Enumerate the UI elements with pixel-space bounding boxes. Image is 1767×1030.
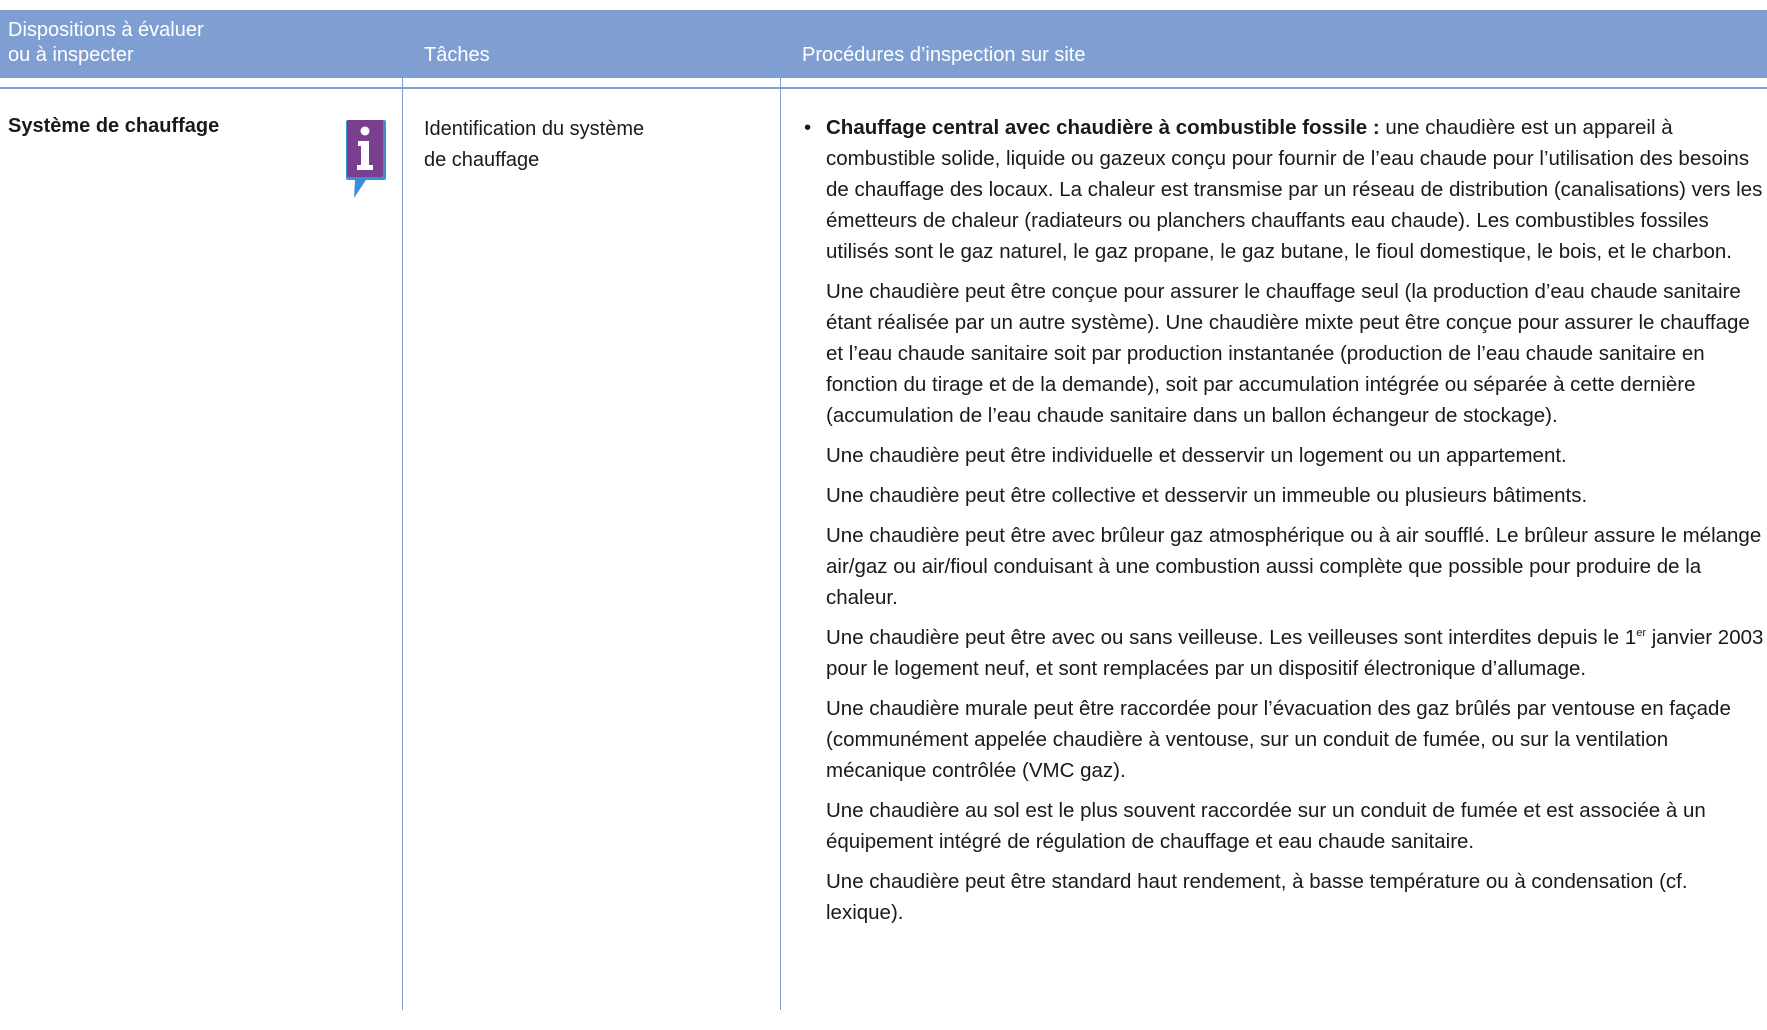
superscript-er: er <box>1636 627 1647 639</box>
header-procedures: Procédures d’inspection sur site <box>802 10 1702 78</box>
header-provisions-line1: Dispositions à évaluer <box>8 19 204 41</box>
procedure-bullet: Chauffage central avec chaudière à combu… <box>804 112 1767 267</box>
procedure-paragraph-8: Une chaudière au sol est le plus souvent… <box>826 799 1706 853</box>
task-line2: de chauffage <box>424 149 540 171</box>
provision-label: Système de chauffage <box>8 115 220 137</box>
procedure-paragraph-4: Une chaudière peut être collective et de… <box>826 484 1588 507</box>
procedure-paragraph-5: Une chaudière peut être avec brûleur gaz… <box>826 524 1762 609</box>
column-divider-1 <box>402 10 403 1010</box>
procedures-cell: Chauffage central avec chaudière à combu… <box>803 112 1767 937</box>
procedure-bullet-title: Chauffage central avec chaudière à combu… <box>826 116 1380 139</box>
info-icon[interactable] <box>344 118 388 202</box>
task-line1: Identification du système <box>424 118 645 140</box>
header-tasks-label: Tâches <box>424 44 490 66</box>
procedure-paragraph-6-a: Une chaudière peut être avec ou sans vei… <box>826 626 1637 649</box>
procedure-paragraph-6: Une chaudière peut être avec ou sans vei… <box>826 622 1767 684</box>
header-provisions: Dispositions à évaluer ou à inspecter <box>8 10 398 78</box>
task-cell: Identification du système de chauffage <box>424 114 754 176</box>
procedure-paragraph-2: Une chaudière peut être conçue pour assu… <box>826 280 1750 427</box>
header-procedures-label: Procédures d’inspection sur site <box>802 44 1086 66</box>
header-rule <box>0 87 1767 89</box>
table-header: Dispositions à évaluer ou à inspecter Tâ… <box>0 10 1767 78</box>
header-provisions-line2: ou à inspecter <box>8 44 134 66</box>
column-divider-2 <box>780 10 781 1010</box>
procedure-paragraph-7: Une chaudière murale peut être raccordée… <box>826 697 1731 782</box>
procedure-paragraph-3: Une chaudière peut être individuelle et … <box>826 444 1567 467</box>
header-tasks: Tâches <box>424 10 774 78</box>
procedure-paragraph-9: Une chaudière peut être standard haut re… <box>826 870 1688 924</box>
